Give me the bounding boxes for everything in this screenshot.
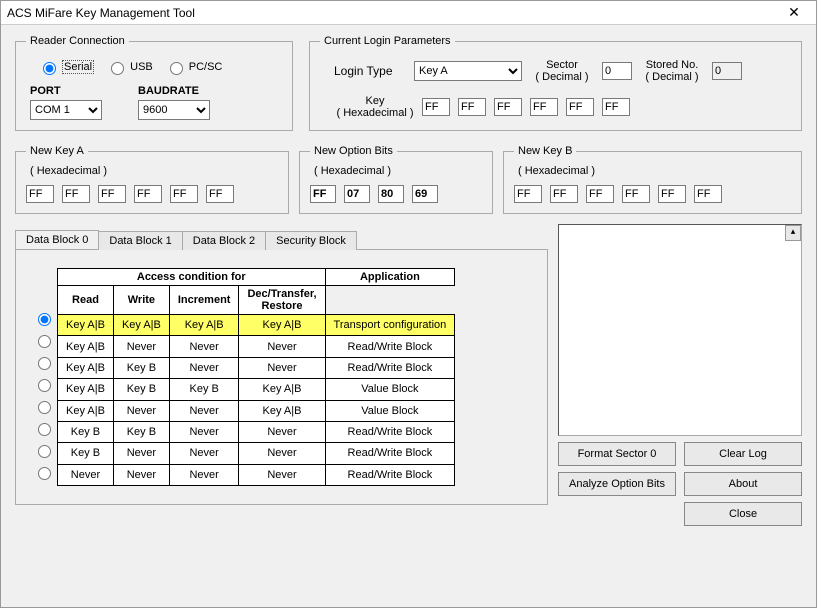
reader-connection-legend: Reader Connection bbox=[26, 35, 129, 47]
baudrate-label: BAUDRATE bbox=[138, 85, 210, 97]
table-row: Key BNeverNeverNeverRead/Write Block bbox=[58, 443, 455, 464]
tab-security-block[interactable]: Security Block bbox=[265, 231, 357, 250]
access-row-radio-1[interactable] bbox=[38, 335, 51, 348]
login-key-0[interactable] bbox=[422, 98, 450, 116]
analyze-button[interactable]: Analyze Option Bits bbox=[558, 472, 676, 496]
keyb-0[interactable] bbox=[514, 185, 542, 203]
login-key-1[interactable] bbox=[458, 98, 486, 116]
tab-data-block-0[interactable]: Data Block 0 bbox=[15, 230, 99, 249]
scroll-up-icon[interactable]: ▴ bbox=[785, 225, 801, 241]
optbits-1[interactable] bbox=[344, 185, 370, 203]
keya-3[interactable] bbox=[134, 185, 162, 203]
titlebar: ACS MiFare Key Management Tool ✕ bbox=[1, 1, 816, 25]
login-key-3[interactable] bbox=[530, 98, 558, 116]
keya-2[interactable] bbox=[98, 185, 126, 203]
table-row: Key A|BKey A|BKey A|BKey A|BTransport co… bbox=[58, 315, 455, 336]
th-access-for: Access condition for bbox=[58, 269, 326, 286]
keyb-2[interactable] bbox=[586, 185, 614, 203]
stored-no-label: Stored No.( Decimal ) bbox=[642, 59, 702, 83]
stored-no-input bbox=[712, 62, 742, 80]
keyb-4[interactable] bbox=[658, 185, 686, 203]
radio-usb[interactable]: USB bbox=[106, 59, 153, 75]
format-sector-button[interactable]: Format Sector 0 bbox=[558, 442, 676, 466]
keya-hex-label: ( Hexadecimal ) bbox=[30, 165, 278, 177]
port-select[interactable]: COM 1 bbox=[30, 100, 102, 120]
login-params-legend: Current Login Parameters bbox=[320, 35, 455, 47]
th-dec: Dec/Transfer,Restore bbox=[239, 286, 325, 315]
login-type-label: Login Type bbox=[334, 64, 404, 78]
tab-data-block-2[interactable]: Data Block 2 bbox=[182, 231, 266, 250]
access-table: Access condition for Application Read Wr… bbox=[57, 268, 455, 486]
clear-log-button[interactable]: Clear Log bbox=[684, 442, 802, 466]
sector-input[interactable] bbox=[602, 62, 632, 80]
port-label: PORT bbox=[30, 85, 102, 97]
login-type-select[interactable]: Key A bbox=[414, 61, 522, 81]
table-row: Key A|BKey BKey BKey A|BValue Block bbox=[58, 379, 455, 400]
close-icon[interactable]: ✕ bbox=[778, 4, 810, 21]
access-row-radio-3[interactable] bbox=[38, 379, 51, 392]
new-key-b-group: New Key B ( Hexadecimal ) bbox=[503, 145, 802, 214]
option-bits-legend: New Option Bits bbox=[310, 145, 397, 157]
option-bits-group: New Option Bits ( Hexadecimal ) bbox=[299, 145, 493, 214]
access-row-radio-0[interactable] bbox=[38, 313, 51, 326]
new-key-a-group: New Key A ( Hexadecimal ) bbox=[15, 145, 289, 214]
access-row-radio-2[interactable] bbox=[38, 357, 51, 370]
login-key-4[interactable] bbox=[566, 98, 594, 116]
access-row-radio-7[interactable] bbox=[38, 467, 51, 480]
keyb-hex-label: ( Hexadecimal ) bbox=[518, 165, 791, 177]
tab-data-block-1[interactable]: Data Block 1 bbox=[98, 231, 182, 250]
keyb-5[interactable] bbox=[694, 185, 722, 203]
key-hex-label: Key( Hexadecimal ) bbox=[334, 95, 416, 119]
keya-1[interactable] bbox=[62, 185, 90, 203]
access-row-radio-5[interactable] bbox=[38, 423, 51, 436]
table-row: Key A|BNeverNeverKey A|BValue Block bbox=[58, 400, 455, 421]
access-row-radio-6[interactable] bbox=[38, 445, 51, 458]
new-key-b-legend: New Key B bbox=[514, 145, 576, 157]
optbits-0[interactable] bbox=[310, 185, 336, 203]
login-key-5[interactable] bbox=[602, 98, 630, 116]
baudrate-select[interactable]: 9600 bbox=[138, 100, 210, 120]
th-write: Write bbox=[113, 286, 169, 315]
table-row: NeverNeverNeverNeverRead/Write Block bbox=[58, 464, 455, 485]
radio-pcsc[interactable]: PC/SC bbox=[165, 59, 223, 75]
keya-0[interactable] bbox=[26, 185, 54, 203]
new-key-a-legend: New Key A bbox=[26, 145, 88, 157]
table-row: Key A|BKey BNeverNeverRead/Write Block bbox=[58, 357, 455, 378]
radio-serial[interactable]: Serial bbox=[38, 59, 94, 75]
window-title: ACS MiFare Key Management Tool bbox=[7, 6, 195, 20]
th-application: Application bbox=[325, 269, 455, 286]
login-key-2[interactable] bbox=[494, 98, 522, 116]
optbits-2[interactable] bbox=[378, 185, 404, 203]
optbits-hex-label: ( Hexadecimal ) bbox=[314, 165, 482, 177]
sector-label: Sector( Decimal ) bbox=[532, 59, 592, 83]
keya-5[interactable] bbox=[206, 185, 234, 203]
th-read: Read bbox=[58, 286, 114, 315]
close-button[interactable]: Close bbox=[684, 502, 802, 526]
access-row-radio-4[interactable] bbox=[38, 401, 51, 414]
keya-4[interactable] bbox=[170, 185, 198, 203]
keyb-1[interactable] bbox=[550, 185, 578, 203]
optbits-3[interactable] bbox=[412, 185, 438, 203]
login-params-group: Current Login Parameters Login Type Key … bbox=[309, 35, 802, 131]
about-button[interactable]: About bbox=[684, 472, 802, 496]
table-row: Key BKey BNeverNeverRead/Write Block bbox=[58, 421, 455, 442]
log-textarea[interactable]: ▴ bbox=[558, 224, 802, 436]
keyb-3[interactable] bbox=[622, 185, 650, 203]
th-increment: Increment bbox=[169, 286, 239, 315]
tab-panel: Access condition for Application Read Wr… bbox=[15, 249, 548, 505]
table-row: Key A|BNeverNeverNeverRead/Write Block bbox=[58, 336, 455, 357]
reader-connection-group: Reader Connection Serial USB PC/SC PORT … bbox=[15, 35, 293, 131]
